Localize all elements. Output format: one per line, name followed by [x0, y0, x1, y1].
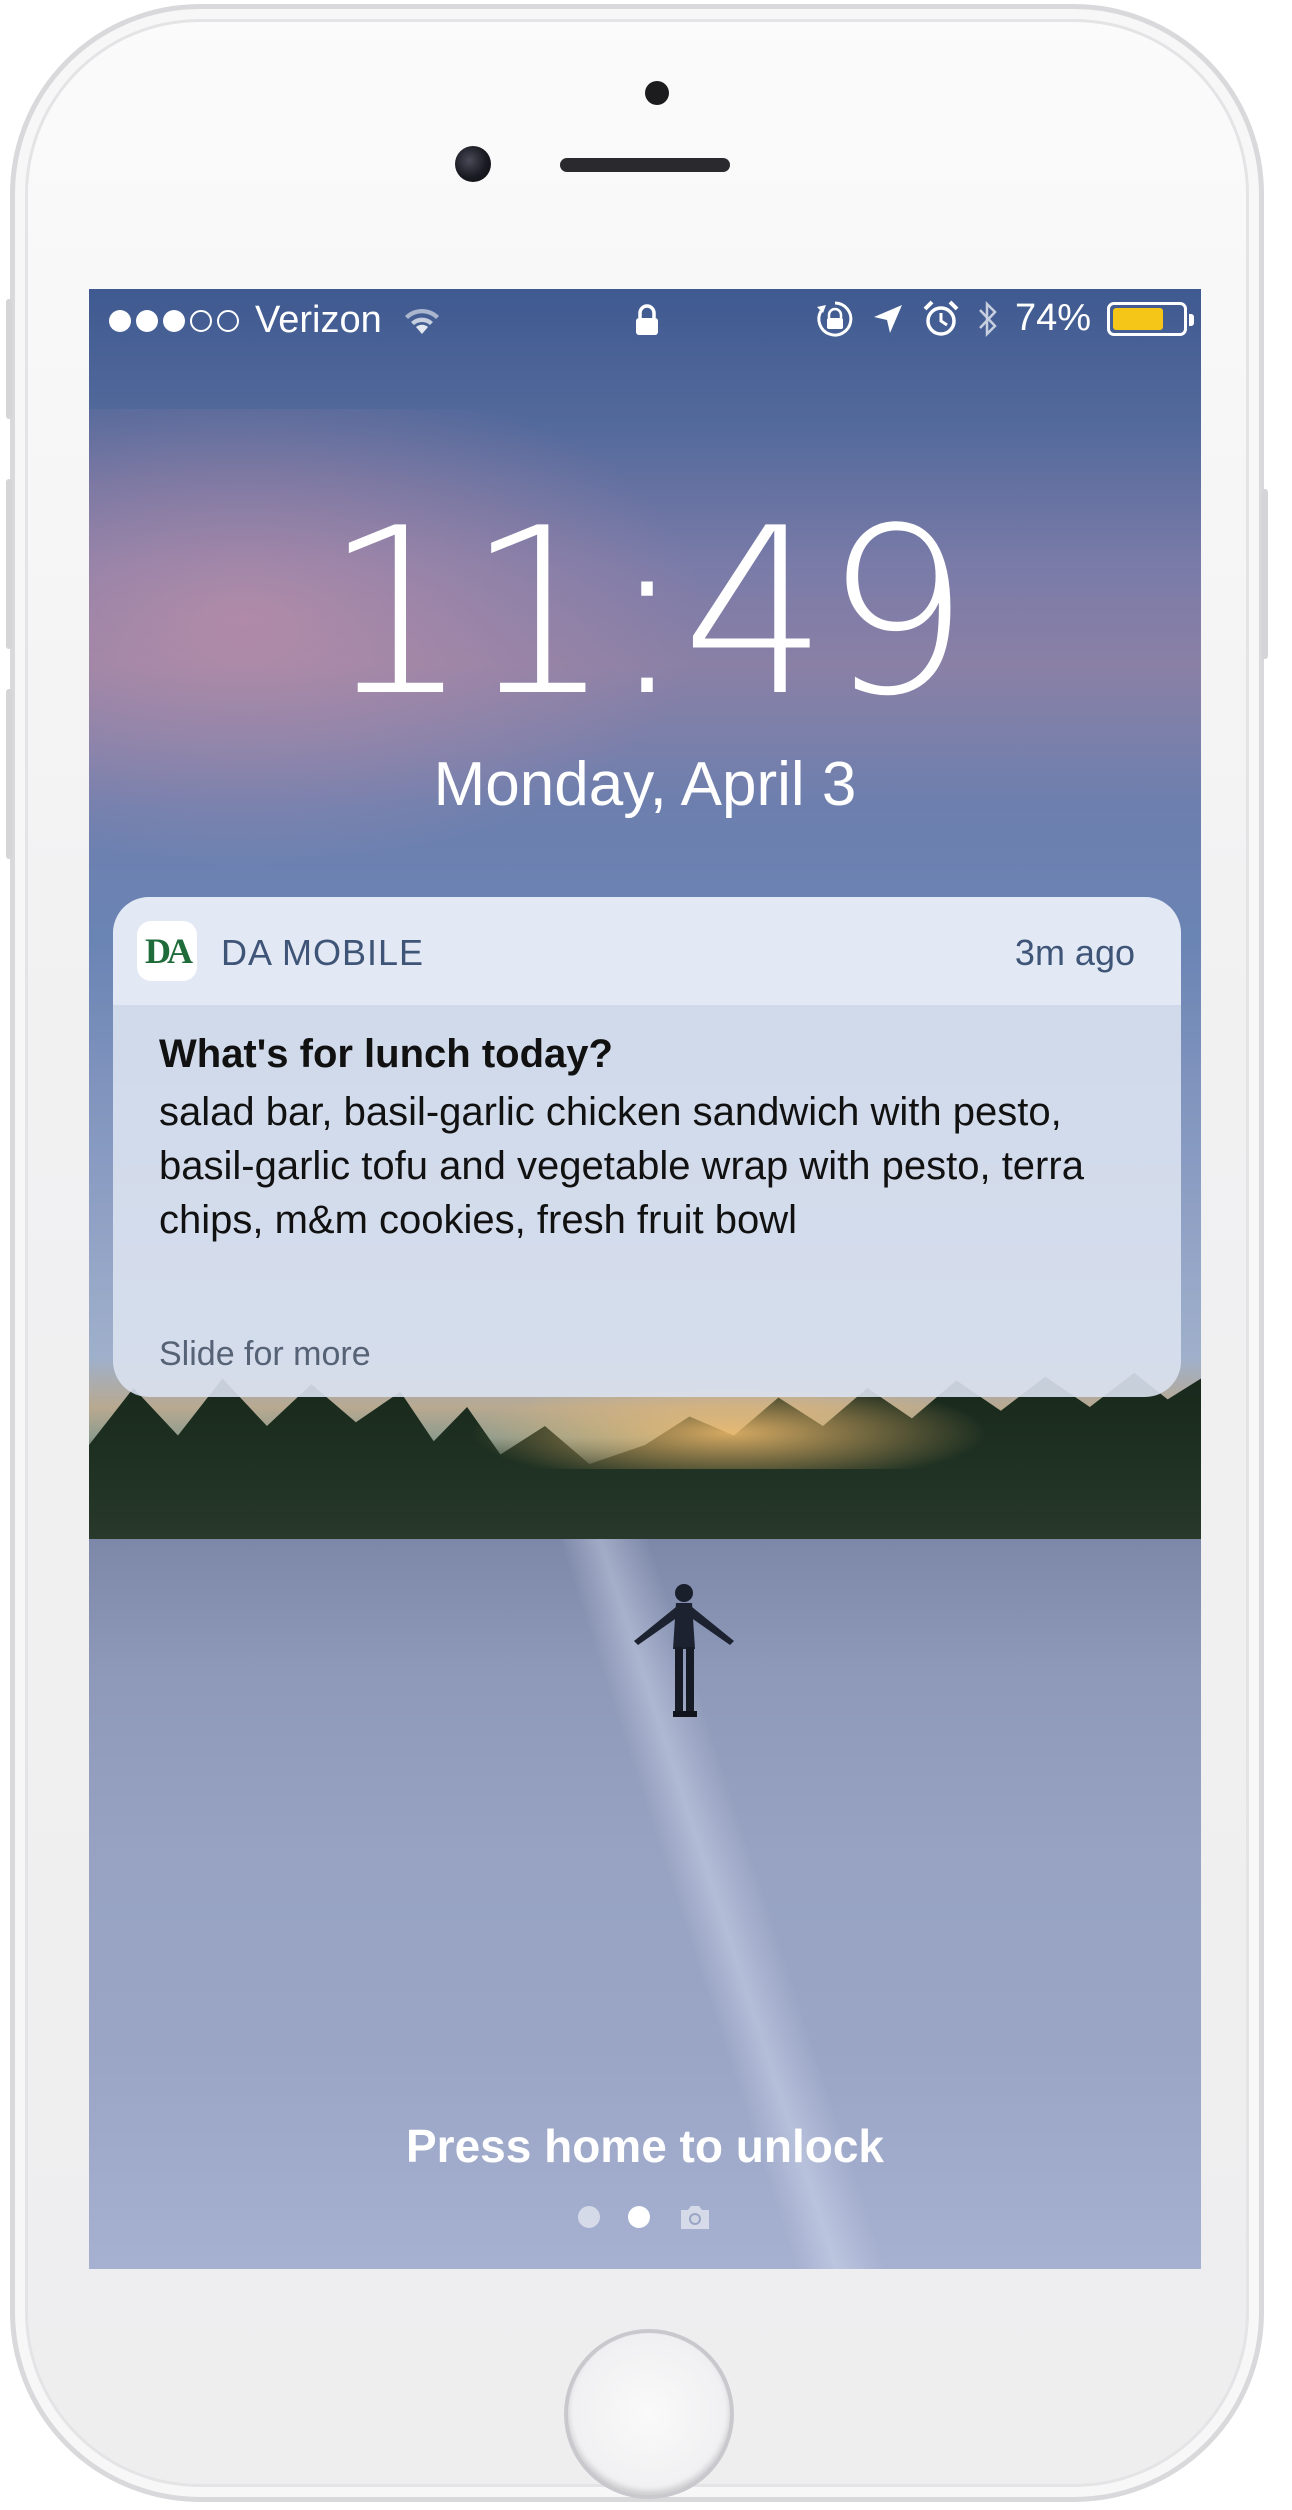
notification-timestamp: 3m ago [1014, 932, 1135, 973]
wallpaper-skater [634, 1584, 734, 1717]
da-mobile-app-icon: DA [137, 921, 197, 981]
signal-dot [136, 309, 158, 332]
bluetooth-icon [979, 300, 997, 337]
notification-card[interactable]: DA DA MOBILE 3m ago What's for lunch tod… [113, 897, 1181, 1397]
carrier-name: Verizon [255, 299, 382, 341]
lock-screen-date: Monday, April 3 [433, 750, 857, 819]
wifi-icon [404, 308, 439, 334]
notification-app-name: DA MOBILE [221, 932, 425, 973]
cellular-signal-icon [109, 309, 239, 332]
page-dot-lock[interactable] [628, 2206, 650, 2228]
notification-title: What's for lunch today? [159, 1032, 613, 1076]
power-button [1262, 489, 1268, 659]
orientation-lock-icon [816, 301, 853, 336]
signal-dot [190, 309, 212, 332]
earpiece-speaker [560, 158, 730, 172]
signal-dot [217, 309, 239, 332]
front-camera [455, 146, 491, 182]
notification-slide-hint: Slide for more [159, 1335, 371, 1373]
location-arrow-icon [873, 304, 902, 333]
signal-dot [109, 309, 131, 332]
proximity-sensor [645, 81, 669, 105]
page-dot-notifications[interactable] [578, 2206, 600, 2228]
lock-screen-time: 11:49 [323, 480, 971, 747]
unlock-hint: Press home to unlock [405, 2120, 884, 2172]
camera-icon[interactable] [678, 2203, 712, 2231]
volume-up-button [6, 479, 12, 649]
mute-switch [6, 299, 12, 419]
notification-body: salad bar, basil-garlic chicken sandwich… [159, 1090, 1084, 1242]
battery-percent: 74% [1014, 297, 1091, 339]
notification-header: DA DA MOBILE 3m ago [113, 897, 1181, 1005]
status-bar: Verizon 74% [89, 289, 1201, 353]
home-button[interactable] [564, 2329, 734, 2499]
battery-tip [1189, 313, 1194, 326]
page-indicator [89, 2203, 1201, 2231]
battery-level-fill [1113, 307, 1164, 330]
iphone-frame: Verizon 74% 11:49 Monday, April 3 DA DA … [6, 4, 1268, 2502]
signal-dot [163, 309, 185, 332]
volume-down-button [6, 689, 12, 859]
lock-screen[interactable]: Verizon 74% 11:49 Monday, April 3 DA DA … [89, 289, 1201, 2269]
alarm-icon [923, 300, 959, 336]
battery-icon [1107, 301, 1194, 336]
padlock-icon [636, 304, 658, 335]
